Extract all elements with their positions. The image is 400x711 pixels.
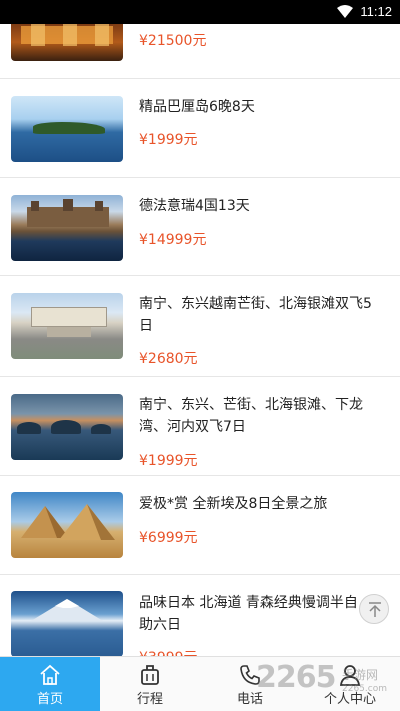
tour-price: ¥2680元 [139,351,198,367]
back-to-top-button[interactable] [359,594,389,624]
tour-thumbnail [11,96,123,162]
list-item[interactable]: 德法意瑞4国13天 ¥14999元 [0,178,400,276]
tour-title: 德法意瑞4国13天 [139,198,250,214]
tab-itinerary[interactable]: 行程 [100,657,200,711]
tour-price: ¥1999元 [139,453,198,469]
tour-thumbnail [11,293,123,359]
tour-thumbnail [11,195,123,261]
list-item[interactable]: 精品巴厘岛6晚8天 ¥1999元 [0,79,400,178]
tour-title: 南宁、东兴、芒街、北海银滩、下龙湾、河内双飞7日 [139,397,363,435]
tour-title: 品味日本 北海道 青森经典慢调半自助六日 [139,595,358,633]
list-item[interactable]: 南宁、东兴越南芒街、北海银滩双飞5日 ¥2680元 [0,276,400,377]
home-icon [40,664,60,685]
tour-price: ¥3999元 [139,647,198,656]
tour-title: 爱极*赏 全新埃及8日全景之旅 [139,496,328,512]
luggage-icon [141,665,159,685]
tour-thumbnail [11,394,123,460]
status-time: 11:12 [360,4,392,19]
tour-list[interactable]: ¥21500元 精品巴厘岛6晚8天 ¥1999元 德法意瑞4国13天 ¥1499… [0,24,400,656]
watermark-number: 2265 [256,660,336,695]
list-item[interactable]: 南宁、东兴、芒街、北海银滩、下龙湾、河内双飞7日 ¥1999元 [0,377,400,476]
watermark-site: 手游网 [342,668,379,682]
list-item[interactable]: ¥21500元 [0,24,400,79]
status-bar: 11:12 [0,0,400,24]
watermark-url: 2265.com [342,684,387,694]
tour-price: ¥1999元 [139,132,198,148]
tour-thumbnail [11,24,123,61]
wifi-icon [337,5,353,18]
tab-home[interactable]: 首页 [0,657,100,711]
watermark-logo: 2265 手游网 2265.com [256,660,400,706]
list-item[interactable]: 爱极*赏 全新埃及8日全景之旅 ¥6999元 [0,476,400,575]
tour-price: ¥14999元 [139,232,207,248]
arrow-up-icon [369,602,381,617]
tab-label: 行程 [136,692,163,707]
list-item[interactable]: 品味日本 北海道 青森经典慢调半自助六日 ¥3999元 [0,575,400,656]
tour-title: 精品巴厘岛6晚8天 [139,99,255,115]
tab-label: 首页 [36,692,63,707]
tour-price: ¥21500元 [139,33,207,49]
tour-thumbnail [11,591,123,656]
tour-price: ¥6999元 [139,530,198,546]
tour-thumbnail [11,492,123,558]
tour-title: 南宁、东兴越南芒街、北海银滩双飞5日 [139,296,372,334]
